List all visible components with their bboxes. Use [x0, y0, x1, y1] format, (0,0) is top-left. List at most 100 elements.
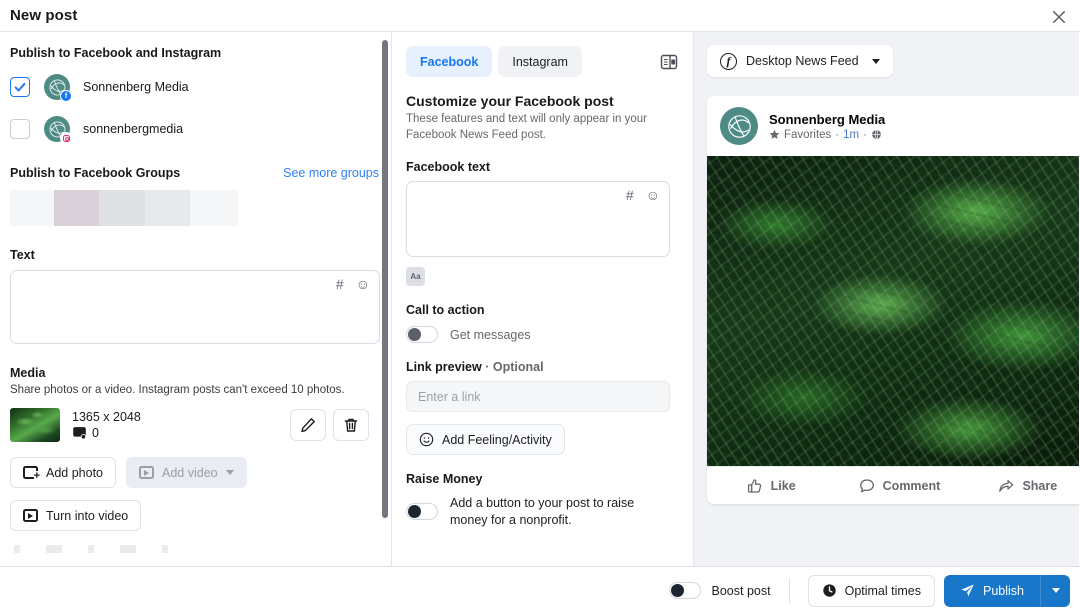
like-button[interactable]: Like — [707, 478, 835, 494]
account-name: sonnenbergmedia — [83, 122, 184, 136]
post-author[interactable]: Sonnenberg Media — [769, 112, 885, 127]
raise-money-description: Add a button to your post to raise money… — [450, 496, 635, 527]
text-input[interactable]: # ☺ — [10, 270, 380, 344]
turn-into-video-label: Turn into video — [46, 508, 129, 523]
new-post-dialog: New post Publish to Facebook and Instagr… — [0, 0, 1080, 614]
like-label: Like — [770, 478, 796, 493]
media-alt-text-row[interactable]: ALT 0 — [72, 426, 141, 440]
hashtag-icon[interactable]: # — [626, 188, 634, 202]
feed-type-label: Desktop News Feed — [746, 54, 859, 68]
post-preview-card: Sonnenberg Media Favorites · 1m · Like C… — [707, 96, 1079, 504]
add-photo-button[interactable]: Add photo — [10, 457, 116, 488]
dialog-body: Publish to Facebook and Instagram f Sonn… — [0, 32, 1080, 566]
share-arrow-icon — [999, 479, 1014, 492]
trash-icon — [344, 418, 358, 432]
raise-money-toggle[interactable] — [406, 503, 438, 521]
add-video-label: Add video — [162, 465, 218, 480]
see-more-groups-link[interactable]: See more groups — [283, 166, 379, 180]
call-to-action-title: Call to action — [406, 303, 485, 318]
globe-icon — [872, 129, 881, 140]
text-input-icons: # ☺ — [336, 277, 370, 291]
alt-text-icon: ALT — [73, 427, 87, 440]
link-preview-title: Link preview · Optional — [406, 360, 679, 374]
turn-into-video-button[interactable]: Turn into video — [10, 500, 142, 531]
smiley-icon — [419, 432, 434, 447]
panel-layout-icon — [660, 54, 678, 69]
chevron-down-icon — [225, 470, 234, 475]
clipped-section-row — [10, 545, 379, 553]
optimal-times-label: Optimal times — [844, 583, 921, 598]
avatar — [44, 116, 72, 144]
delete-media-button[interactable] — [333, 409, 369, 441]
compose-panel: Publish to Facebook and Instagram f Sonn… — [0, 32, 392, 566]
facebook-text-label: Facebook text — [406, 160, 491, 175]
separator-dot: · — [863, 128, 867, 141]
facebook-icon: f — [720, 52, 737, 70]
turn-into-video-row: Turn into video — [10, 500, 379, 531]
add-video-button[interactable]: Add video — [126, 457, 247, 488]
feed-type-selector[interactable]: f Desktop News Feed — [707, 45, 893, 77]
post-time: 1m — [843, 128, 860, 141]
optimal-times-button[interactable]: Optimal times — [807, 574, 935, 607]
edit-media-button[interactable] — [290, 409, 326, 441]
page-title: New post — [10, 7, 78, 24]
raise-money-row: Add a button to your post to raise money… — [406, 495, 679, 529]
media-item-row: 1365 x 2048 ALT 0 — [10, 405, 379, 445]
add-photo-label: Add photo — [46, 465, 103, 480]
facebook-badge-icon: f — [60, 90, 72, 102]
link-preview-label: Link preview — [406, 360, 482, 375]
clock-icon — [822, 584, 836, 597]
publish-button[interactable]: Publish — [944, 574, 1040, 607]
account-checkbox-facebook[interactable] — [10, 77, 30, 97]
tab-instagram[interactable]: Instagram — [498, 46, 582, 77]
boost-post-toggle[interactable] — [668, 582, 701, 599]
facebook-text-input[interactable]: # ☺ — [406, 181, 670, 258]
customize-subheading: These features and text will only appear… — [406, 113, 647, 141]
account-row-facebook[interactable]: f Sonnenberg Media — [10, 72, 379, 102]
text-format-button[interactable]: Aa — [406, 267, 425, 287]
media-alt-count: 0 — [92, 426, 99, 440]
left-panel-scrollbar[interactable] — [382, 40, 388, 518]
pencil-icon — [301, 418, 315, 433]
star-icon — [769, 129, 780, 139]
emoji-icon[interactable]: ☺ — [646, 188, 660, 202]
footer-divider — [788, 577, 790, 604]
post-audience: Favorites — [784, 128, 832, 141]
dialog-footer: Boost post Optimal times Publish — [0, 566, 1080, 614]
publish-accounts-title: Publish to Facebook and Instagram — [10, 46, 222, 60]
add-video-icon — [139, 466, 154, 479]
add-feeling-activity-button[interactable]: Add Feeling/Activity — [406, 424, 565, 456]
video-icon — [23, 509, 38, 522]
raise-money-title: Raise Money — [406, 472, 483, 487]
thumbs-up-icon — [747, 478, 761, 493]
media-meta: 1365 x 2048 ALT 0 — [72, 410, 141, 440]
avatar: f — [44, 74, 72, 102]
chevron-down-icon — [1051, 588, 1060, 593]
customize-heading: Customize your Facebook post — [406, 93, 614, 109]
media-thumbnail[interactable] — [10, 408, 60, 442]
platform-tabs: Facebook Instagram — [406, 46, 679, 77]
post-image[interactable] — [707, 156, 1079, 466]
comment-bubble-icon — [859, 478, 874, 492]
emoji-icon[interactable]: ☺ — [356, 277, 370, 291]
account-row-instagram[interactable]: sonnenbergmedia — [10, 114, 379, 144]
link-preview-optional: · Optional — [485, 360, 544, 375]
customize-panel: Facebook Instagram Customize your Facebo… — [392, 32, 694, 566]
close-icon[interactable] — [1046, 4, 1072, 30]
instagram-badge-icon — [60, 132, 72, 144]
link-input[interactable] — [406, 381, 670, 413]
hashtag-icon[interactable]: # — [336, 277, 344, 291]
comment-button[interactable]: Comment — [835, 478, 963, 494]
share-button[interactable]: Share — [964, 478, 1079, 494]
comment-label: Comment — [882, 478, 941, 493]
publish-options-button[interactable] — [1040, 574, 1070, 607]
share-label: Share — [1022, 478, 1058, 493]
get-messages-label: Get messages — [450, 327, 531, 342]
dialog-header: New post — [0, 0, 1080, 32]
publish-group: Publish — [944, 574, 1070, 607]
get-messages-toggle[interactable] — [406, 326, 438, 344]
facebook-text-icons: # ☺ — [626, 188, 660, 202]
account-checkbox-instagram[interactable] — [10, 119, 30, 139]
add-feeling-label: Add Feeling/Activity — [442, 432, 552, 447]
tab-facebook[interactable]: Facebook — [406, 46, 493, 77]
